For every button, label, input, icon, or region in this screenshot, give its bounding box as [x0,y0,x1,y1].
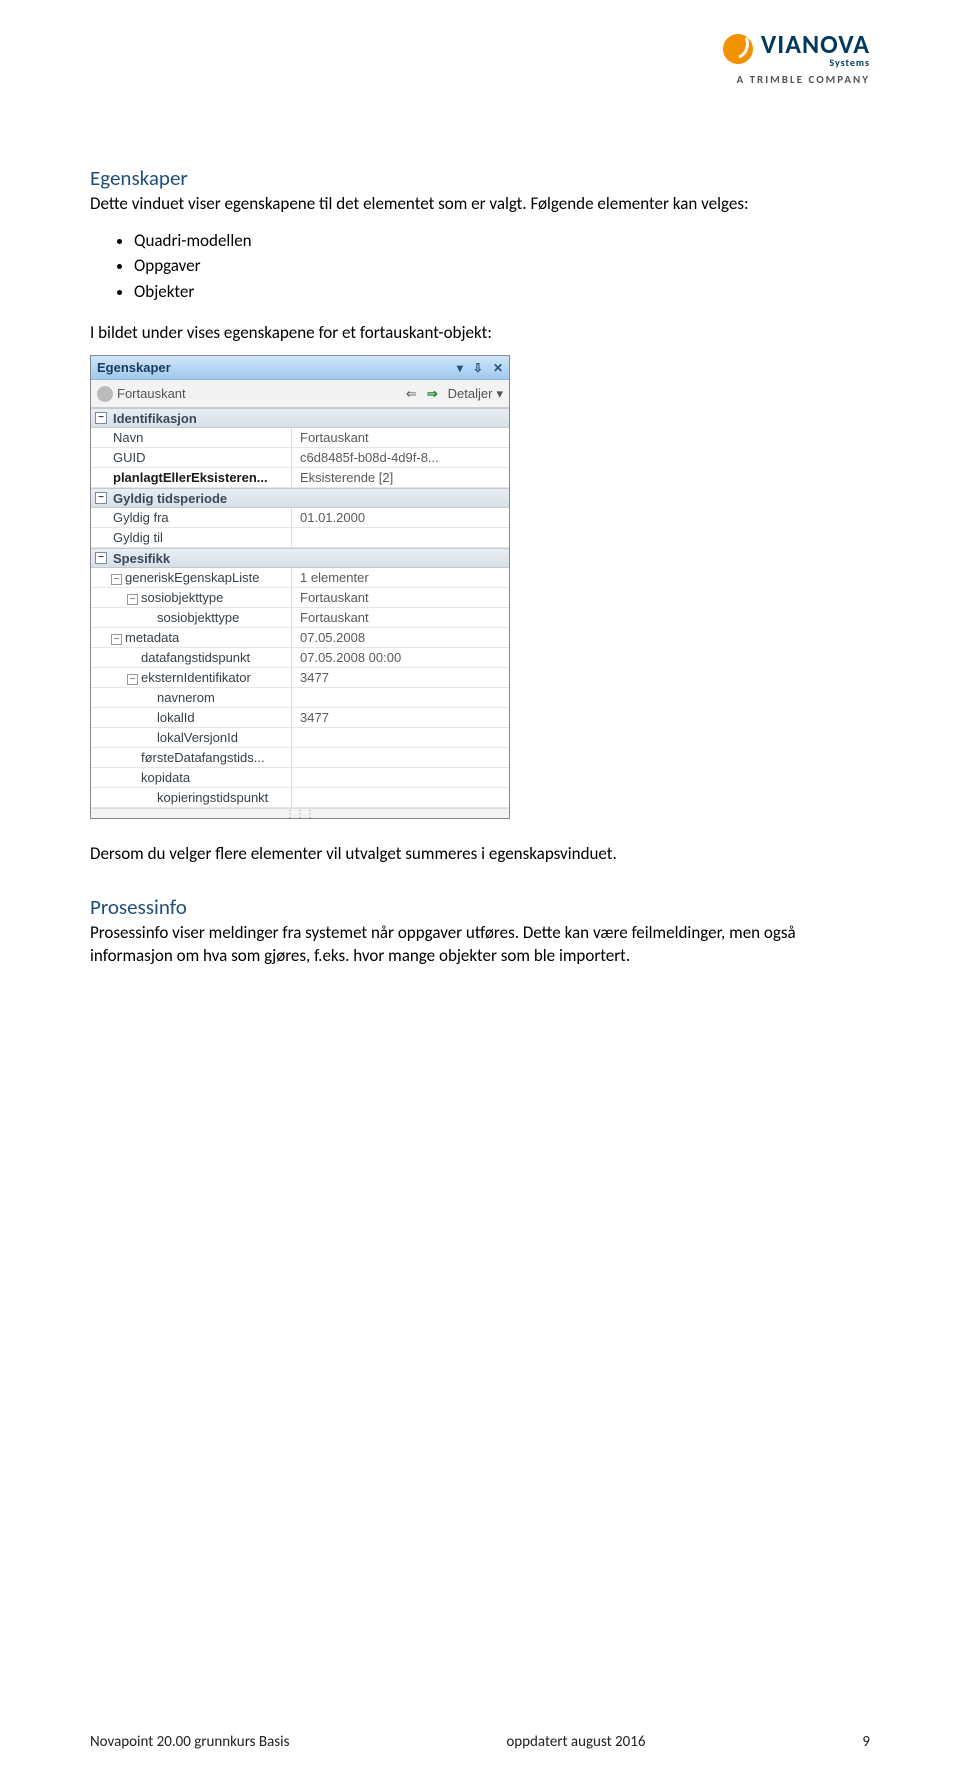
property-row[interactable]: Gyldig fra01.01.2000 [91,508,509,528]
list-item: Objekter [134,279,870,305]
property-row[interactable]: GUIDc6d8485f-b08d-4d9f-8... [91,448,509,468]
prop-value: 1 elementer [291,568,509,587]
close-icon[interactable]: ✕ [493,361,503,375]
prop-value [291,528,509,547]
prop-key: Gyldig til [91,530,291,545]
prop-value: 3477 [291,668,509,687]
footer-left: Novapoint 20.00 grunnkurs Basis [90,1733,289,1751]
prop-value: Fortauskant [291,428,509,447]
panel-titlebar: Egenskaper ▾ ⇩ ✕ [91,356,509,380]
footer-center: oppdatert august 2016 [506,1733,645,1751]
resize-grip-icon[interactable]: ⋮⋮⋮ [91,808,509,818]
dropdown-icon[interactable]: ▾ [457,361,463,375]
property-row[interactable]: lokalVersjonId [91,728,509,748]
nav-back-icon[interactable]: ⇐ [406,386,417,402]
property-row[interactable]: datafangstidspunkt07.05.2008 00:00 [91,648,509,668]
prop-key: sosiobjekttype [91,610,291,625]
collapse-icon[interactable]: − [95,492,107,504]
prop-value: Fortauskant [291,608,509,627]
property-row[interactable]: eksternIdentifikator3477 [91,668,509,688]
intro-text: Dette vinduet viser egenskapene til det … [90,193,870,216]
prop-value: 01.01.2000 [291,508,509,527]
logo-swirl-icon [723,34,753,64]
prop-value [291,788,509,807]
list-item: Quadri-modellen [134,228,870,254]
prop-value: 07.05.2008 00:00 [291,648,509,667]
prop-key: Gyldig fra [91,510,291,525]
prop-value: Fortauskant [291,588,509,607]
prop-key: navnerom [91,690,291,705]
logo-sub2: A TRIMBLE COMPANY [723,73,870,86]
after-text: Dersom du velger flere elementer vil utv… [90,843,870,864]
property-row[interactable]: sosiobjekttypeFortauskant [91,608,509,628]
prop-key: metadata [91,630,291,645]
prosessinfo-body: Prosessinfo viser meldinger fra systemet… [90,922,870,968]
group-header-identifikasjon[interactable]: − Identifikasjon [91,408,509,428]
prop-key: kopieringstidspunkt [91,790,291,805]
details-label: Detaljer [448,386,493,401]
prop-value [291,728,509,747]
properties-panel: Egenskaper ▾ ⇩ ✕ Fortauskant ⇐ ⇒ Detalje… [90,355,510,819]
caption-text: I bildet under vises egenskapene for et … [90,322,870,343]
property-row[interactable]: Gyldig til [91,528,509,548]
list-item: Oppgaver [134,253,870,279]
property-row[interactable]: navnerom [91,688,509,708]
prop-key: planlagtEllerEksisteren... [91,470,291,485]
prop-key: kopidata [91,770,291,785]
prop-key: lokalVersjonId [91,730,291,745]
prop-key: førsteDatafangstids... [91,750,291,765]
property-row[interactable]: lokalId3477 [91,708,509,728]
prop-key: datafangstidspunkt [91,650,291,665]
prop-key: generiskEgenskapListe [91,570,291,585]
group-header-gyldig[interactable]: − Gyldig tidsperiode [91,488,509,508]
chevron-down-icon: ▾ [496,386,503,402]
footer-right: 9 [862,1733,870,1751]
property-row[interactable]: NavnFortauskant [91,428,509,448]
group-header-spesifikk[interactable]: − Spesifikk [91,548,509,568]
panel-title-text: Egenskaper [97,360,171,375]
property-row[interactable]: generiskEgenskapListe1 elementer [91,568,509,588]
property-row[interactable]: kopieringstidspunkt [91,788,509,808]
prop-value: Eksisterende [2] [291,468,509,487]
globe-icon [97,386,113,402]
pin-icon[interactable]: ⇩ [473,361,483,375]
panel-toolbar: Fortauskant ⇐ ⇒ Detaljer ▾ [91,380,509,408]
property-row[interactable]: metadata07.05.2008 [91,628,509,648]
prop-value: c6d8485f-b08d-4d9f-8... [291,448,509,467]
prop-value [291,688,509,707]
prop-value: 3477 [291,708,509,727]
property-row[interactable]: kopidata [91,768,509,788]
details-dropdown[interactable]: Detaljer ▾ [448,386,503,402]
nav-forward-icon[interactable]: ⇒ [427,386,438,402]
group-label: Identifikasjon [113,411,197,426]
property-row[interactable]: planlagtEllerEksisteren...Eksisterende [… [91,468,509,488]
prop-key: sosiobjekttype [91,590,291,605]
bullet-list: Quadri-modellen Oppgaver Objekter [90,228,870,305]
object-label: Fortauskant [117,386,186,401]
property-row[interactable]: sosiobjekttypeFortauskant [91,588,509,608]
property-row[interactable]: førsteDatafangstids... [91,748,509,768]
prop-key: Navn [91,430,291,445]
prop-value: 07.05.2008 [291,628,509,647]
object-selector[interactable]: Fortauskant [97,386,186,402]
prop-value [291,748,509,767]
brand-logo: VIANOVA Systems A TRIMBLE COMPANY [723,28,870,86]
section-prosessinfo-title: Prosessinfo [90,894,870,920]
collapse-icon[interactable]: − [95,552,107,564]
prop-key: eksternIdentifikator [91,670,291,685]
prop-key: GUID [91,450,291,465]
collapse-icon[interactable]: − [95,412,107,424]
group-label: Gyldig tidsperiode [113,491,227,506]
section-egenskaper-title: Egenskaper [90,165,870,191]
page-footer: Novapoint 20.00 grunnkurs Basis oppdater… [90,1733,870,1751]
prop-value [291,768,509,787]
group-label: Spesifikk [113,551,170,566]
prop-key: lokalId [91,710,291,725]
